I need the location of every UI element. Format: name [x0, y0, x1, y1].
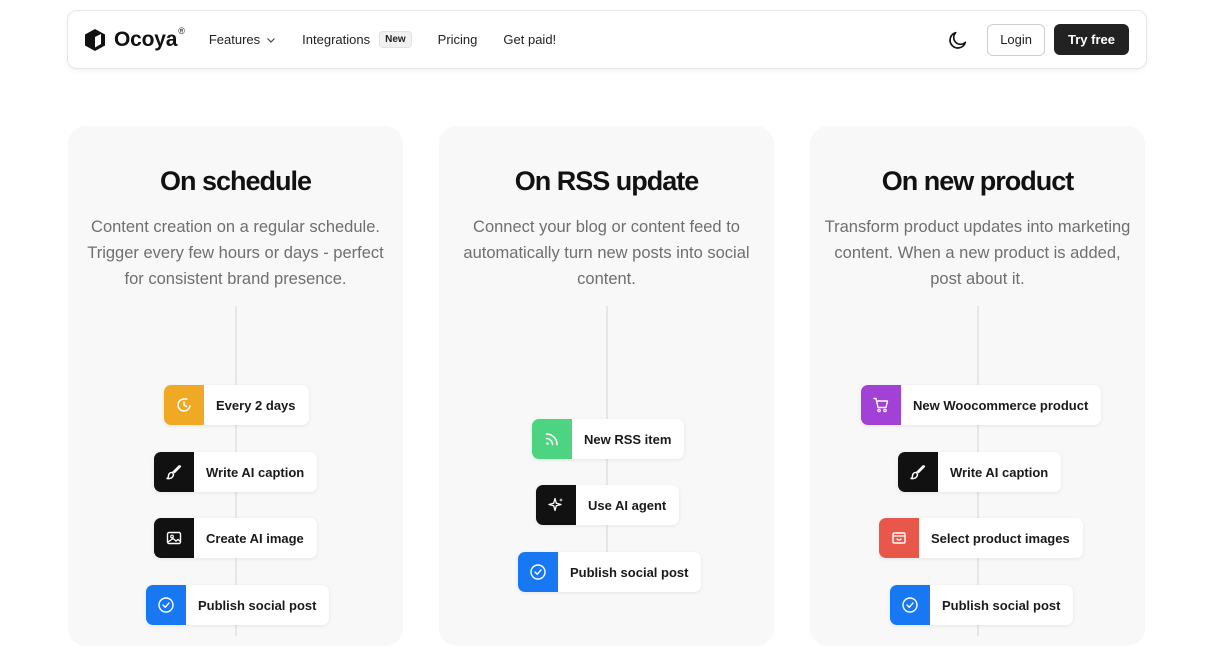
step-publish-social-post: Publish social post — [518, 552, 702, 592]
nav-get-paid-label: Get paid! — [503, 32, 557, 47]
timer-icon — [164, 385, 204, 425]
top-navbar: Ocoya ® Features Integrations New Pricin… — [67, 10, 1147, 69]
step-use-ai-agent: Use AI agent — [536, 485, 680, 525]
card-title: On new product — [881, 166, 1075, 196]
step-label: Use AI agent — [588, 497, 667, 513]
step-write-ai-caption: Write AI caption — [154, 452, 318, 492]
check-circle-icon — [890, 585, 930, 625]
step-publish-social-post: Publish social post — [146, 585, 330, 625]
step-new-rss-item: New RSS item — [532, 419, 685, 459]
card-description: Connect your blog or content feed to aut… — [463, 218, 750, 288]
brush-icon — [898, 452, 938, 492]
step-new-woocommerce-product: New Woocommerce product — [861, 385, 1102, 425]
registered-mark: ® — [178, 25, 185, 36]
step-label: New Woocommerce product — [913, 397, 1089, 413]
cube-logo-icon — [85, 28, 105, 51]
nav-features-label: Features — [208, 32, 261, 47]
step-create-ai-image: Create AI image — [154, 518, 317, 558]
step-label: Create AI image — [206, 530, 304, 546]
nav-integrations[interactable]: Integrations New — [302, 31, 412, 48]
try-free-button[interactable]: Try free — [1054, 24, 1129, 55]
logo-text: Ocoya — [114, 27, 178, 51]
check-circle-icon — [146, 585, 186, 625]
nav-pricing-label: Pricing — [437, 32, 478, 47]
step-label: Select product images — [931, 530, 1070, 546]
box-icon — [879, 518, 919, 558]
chevron-down-icon — [267, 37, 276, 43]
brush-icon — [154, 452, 194, 492]
image-icon — [154, 518, 194, 558]
card-description: Content creation on a regular schedule. … — [87, 218, 384, 288]
rss-icon — [532, 419, 572, 459]
step-publish-social-post: Publish social post — [890, 585, 1074, 625]
step-label: Write AI caption — [206, 464, 305, 480]
nav-get-paid[interactable]: Get paid! — [503, 32, 556, 47]
step-label: Publish social post — [942, 597, 1061, 613]
card-on-schedule: On schedule Content creation on a regula… — [68, 126, 403, 646]
card-on-rss-update: On RSS update Connect your blog or conte… — [439, 126, 774, 646]
step-select-product-images: Select product images — [879, 518, 1083, 558]
login-button[interactable]: Login — [987, 23, 1046, 56]
step-label: Publish social post — [570, 564, 689, 580]
card-title: On schedule — [159, 166, 312, 196]
logo[interactable]: Ocoya ® — [84, 25, 185, 52]
sparkle-icon — [536, 485, 576, 525]
nav-links: Features Integrations New Pricing Get pa… — [209, 31, 582, 48]
new-badge: New — [379, 31, 412, 48]
step-label: Write AI caption — [950, 464, 1049, 480]
nav-features[interactable]: Features — [209, 32, 276, 47]
card-title: On RSS update — [514, 166, 700, 196]
step-every-2-days: Every 2 days — [164, 385, 309, 425]
step-label: Publish social post — [198, 597, 317, 613]
step-label: New RSS item — [584, 431, 672, 447]
nav-actions: Login Try free — [947, 23, 1129, 56]
check-circle-icon — [518, 552, 558, 592]
nav-pricing[interactable]: Pricing — [438, 32, 478, 47]
card-description: Transform product updates into marketing… — [824, 218, 1131, 288]
step-label: Every 2 days — [216, 397, 296, 413]
nav-integrations-label: Integrations — [302, 32, 371, 47]
moon-icon[interactable] — [947, 29, 969, 51]
card-on-new-product: On new product Transform product updates… — [810, 126, 1145, 646]
cart-icon — [861, 385, 901, 425]
step-write-ai-caption: Write AI caption — [898, 452, 1062, 492]
